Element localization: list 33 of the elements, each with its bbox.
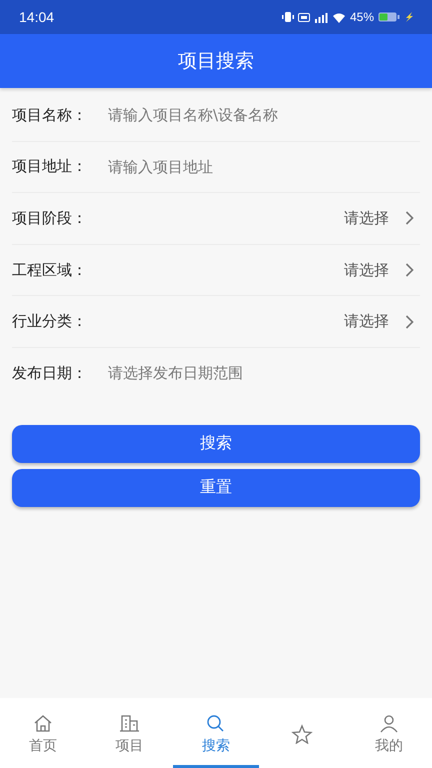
select-field[interactable]: 请选择: [108, 260, 420, 280]
field-label: 发布日期：: [12, 364, 88, 383]
clock-time: 14:04: [19, 9, 54, 25]
select-field[interactable]: 请选择: [108, 208, 420, 228]
star-icon: [291, 724, 314, 744]
tab[interactable]: 首页: [0, 698, 86, 768]
tab[interactable]: 搜索: [172, 698, 260, 768]
field-label: 工程区域：: [12, 260, 88, 280]
search-button[interactable]: 搜索: [12, 424, 420, 463]
charging-icon: [404, 12, 414, 22]
page-title: 项目搜索: [178, 49, 254, 74]
field-label: 项目阶段：: [12, 208, 88, 228]
wifi-icon: [332, 12, 346, 22]
person-icon: [378, 712, 400, 732]
reset-button[interactable]: 重置: [12, 468, 420, 507]
battery-level: 45%: [350, 10, 374, 24]
field-label: 项目名称：: [12, 106, 88, 125]
tab[interactable]: 项目: [86, 698, 173, 768]
chevron-icon: [405, 314, 414, 329]
input-field[interactable]: 请选择发布日期范围: [108, 364, 420, 382]
battery-icon: [378, 12, 400, 22]
signal-icon: [314, 12, 328, 22]
input-field[interactable]: 请输入项目地址: [108, 158, 420, 176]
chevron-icon: [405, 263, 414, 278]
tab[interactable]: 我的: [346, 698, 432, 768]
building-icon: [118, 712, 141, 732]
input-field[interactable]: 请输入项目名称\设备名称: [108, 106, 420, 124]
select-field[interactable]: 请选择: [108, 312, 420, 332]
field-label: 行业分类：: [12, 312, 88, 332]
vibrate-icon: [282, 12, 294, 22]
chevron-icon: [405, 211, 414, 226]
field-label: 项目地址：: [12, 157, 88, 176]
hd-icon: [298, 12, 310, 22]
